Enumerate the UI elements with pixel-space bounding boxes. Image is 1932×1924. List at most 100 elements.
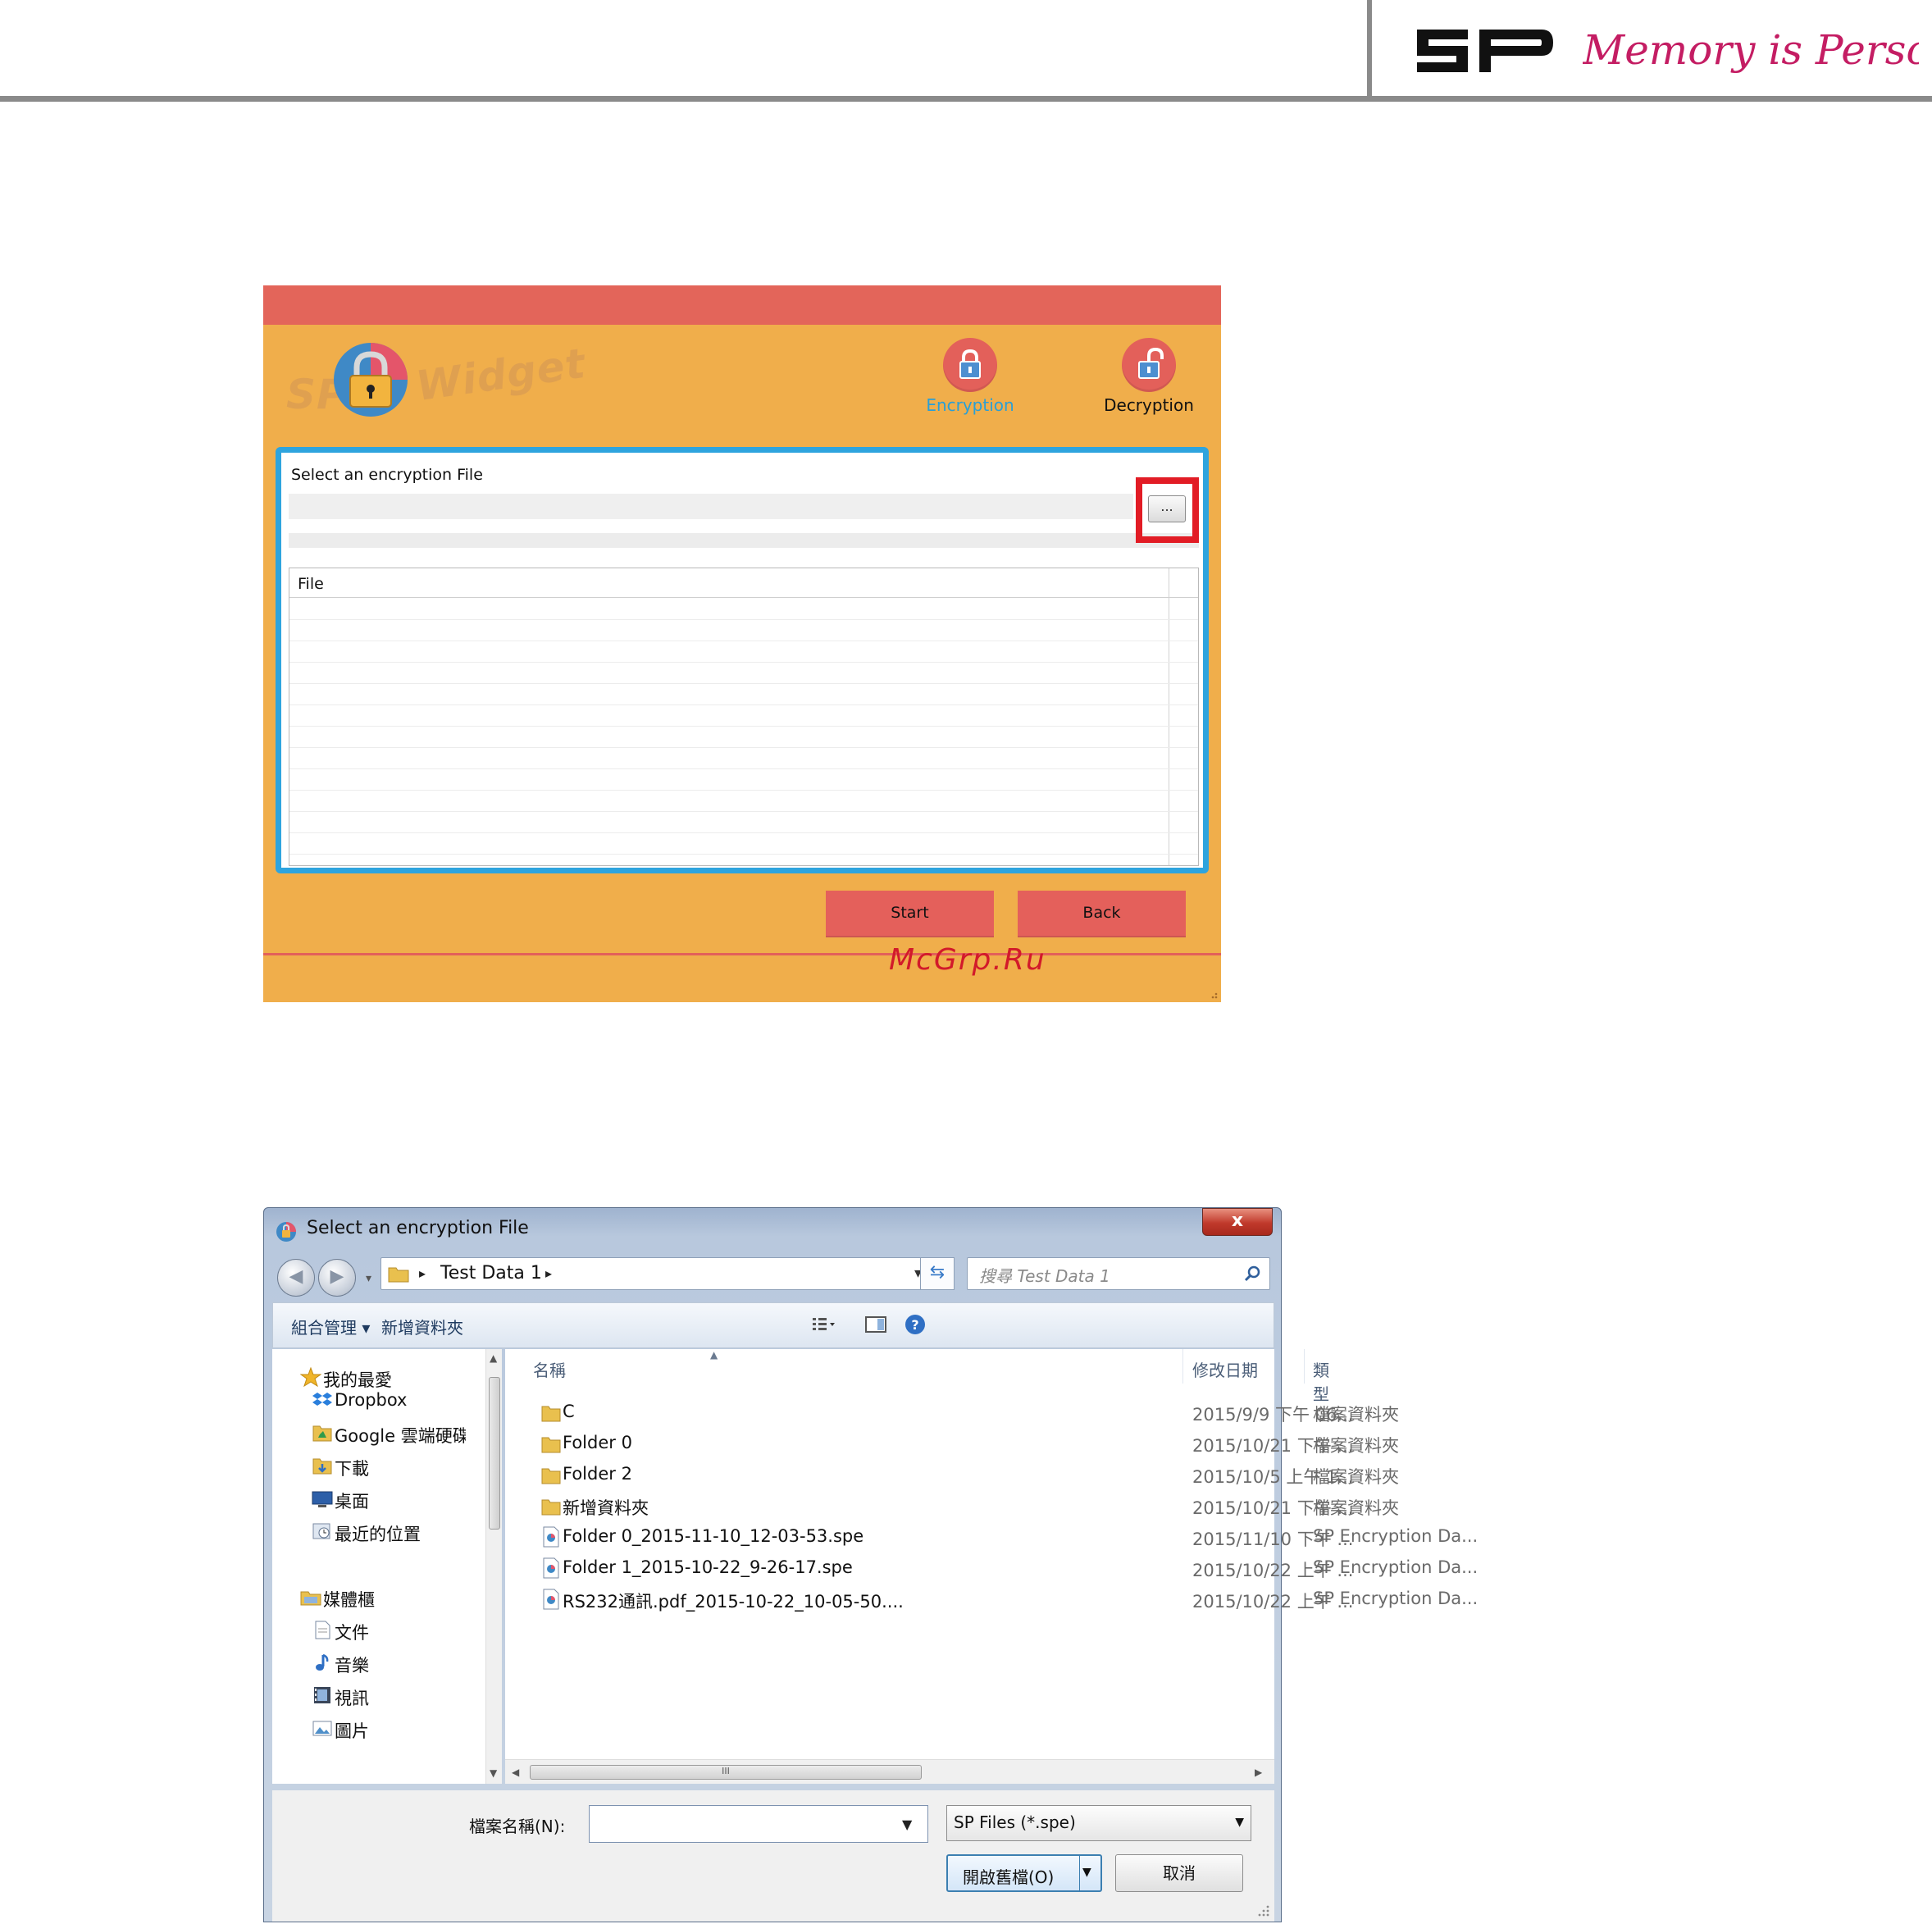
table-row[interactable] (289, 663, 1198, 684)
column-header-type[interactable]: 類型 (1313, 1357, 1329, 1405)
encryption-mode-button[interactable]: Encryption (909, 338, 1032, 420)
address-bar[interactable]: ▸ Test Data 1 ▸ ▾ (380, 1257, 953, 1290)
widget-titlebar[interactable] (263, 285, 1221, 325)
resize-grip-icon[interactable] (1256, 1903, 1269, 1917)
start-button[interactable]: Start (826, 891, 994, 937)
select-file-label: Select an encryption File (291, 466, 483, 484)
column-separator[interactable] (1304, 1349, 1305, 1384)
nav-item-dropbox[interactable]: Dropbox (335, 1390, 407, 1410)
table-row[interactable] (289, 833, 1198, 855)
list-item[interactable]: Folder 1_2015-10-22_9-26-17.spe (563, 1557, 853, 1577)
file-type: SP Encryption Da... (1313, 1589, 1479, 1608)
close-button[interactable]: x (1202, 1208, 1273, 1236)
spe-file-icon (543, 1589, 559, 1610)
horizontal-scroll-thumb[interactable]: III (530, 1765, 922, 1780)
file-column-header[interactable]: File (289, 568, 1198, 598)
nav-item-videos[interactable]: 視訊 (335, 1685, 369, 1710)
table-row[interactable] (289, 748, 1198, 769)
recent-pages-dropdown-icon[interactable]: ▾ (366, 1272, 371, 1285)
table-row[interactable] (289, 641, 1198, 663)
filename-dropdown-icon[interactable]: ▼ (902, 1817, 912, 1832)
google-drive-folder-icon (312, 1425, 332, 1442)
view-options-icon[interactable] (811, 1313, 836, 1336)
widget-logo: SP Widget (275, 335, 589, 425)
filename-input[interactable] (589, 1805, 928, 1843)
file-type: SP Encryption Da... (1313, 1526, 1479, 1546)
nav-item-recent-places[interactable]: 最近的位置 (335, 1521, 421, 1546)
nav-item-documents[interactable]: 文件 (335, 1620, 369, 1644)
folder-icon (541, 1468, 561, 1484)
refresh-icon[interactable]: ⇆ (920, 1257, 955, 1290)
horizontal-scrollbar[interactable]: ◀ III ▶ (505, 1759, 1274, 1784)
decryption-mode-button[interactable]: Decryption (1087, 338, 1210, 420)
help-icon[interactable]: ? (903, 1313, 927, 1336)
sp-logo (1417, 30, 1553, 72)
scroll-down-arrow-icon[interactable]: ▼ (490, 1767, 497, 1779)
list-item[interactable]: C (563, 1402, 575, 1421)
breadcrumb-arrow-icon[interactable]: ▸ (545, 1265, 552, 1281)
dialog-title: Select an encryption File (307, 1218, 529, 1238)
column-separator[interactable] (1182, 1349, 1183, 1384)
chevron-down-icon: ▼ (1235, 1816, 1244, 1829)
new-folder-button[interactable]: 新增資料夾 (381, 1315, 463, 1338)
table-row[interactable] (289, 812, 1198, 833)
list-item[interactable]: Folder 0_2015-11-10_12-03-53.spe (563, 1526, 863, 1546)
page-header: Memory is Personal (0, 0, 1932, 102)
nav-libraries[interactable]: 媒體櫃 (323, 1587, 375, 1612)
header-rule (0, 96, 1932, 102)
table-row[interactable] (289, 705, 1198, 727)
column-header-name[interactable]: 名稱 (533, 1357, 566, 1381)
list-item[interactable]: Folder 0 (563, 1433, 632, 1452)
preview-pane-icon[interactable] (863, 1313, 888, 1336)
table-row[interactable] (289, 599, 1198, 620)
split-divider (1079, 1856, 1080, 1890)
list-item[interactable]: Folder 2 (563, 1464, 632, 1484)
nav-item-desktop[interactable]: 桌面 (335, 1489, 369, 1513)
organize-menu[interactable]: 組合管理 ▾ (291, 1315, 370, 1338)
back-button[interactable]: Back (1018, 891, 1186, 937)
table-row[interactable] (289, 620, 1198, 641)
scroll-right-arrow-icon[interactable]: ▶ (1255, 1767, 1262, 1778)
breadcrumb-arrow-icon[interactable]: ▸ (419, 1265, 426, 1281)
nav-item-downloads[interactable]: 下載 (335, 1456, 369, 1480)
open-options-dropdown-icon[interactable]: ▼ (1082, 1866, 1091, 1879)
cancel-button[interactable]: 取消 (1115, 1854, 1243, 1892)
nav-favorites[interactable]: 我的最愛 (323, 1367, 392, 1392)
table-row[interactable] (289, 791, 1198, 812)
file-path-input[interactable] (289, 494, 1133, 519)
nav-scrollbar[interactable]: ▲ ▼ (485, 1349, 502, 1784)
nav-item-pictures[interactable]: 圖片 (335, 1718, 369, 1743)
documents-icon (315, 1621, 330, 1639)
open-button[interactable]: 開啟舊檔(O) ▼ (946, 1854, 1102, 1892)
search-placeholder: 搜尋 Test Data 1 (979, 1266, 1110, 1286)
column-header-date[interactable]: 修改日期 (1192, 1357, 1258, 1381)
table-row[interactable] (289, 769, 1198, 791)
search-input[interactable]: 搜尋 Test Data 1 (967, 1257, 1270, 1290)
dialog-toolbar: 組合管理 ▾ 新增資料夾 ? (272, 1302, 1274, 1348)
resize-grip-icon[interactable] (1206, 987, 1218, 999)
table-row[interactable] (289, 727, 1198, 748)
list-item[interactable]: RS232通訊.pdf_2015-10-22_10-05-50.... (563, 1589, 904, 1613)
file-list-pane: ▲ 名稱 修改日期 類型 C 2015/9/9 下午 06... 檔案資料夾 F… (505, 1349, 1478, 1784)
file-type-select[interactable]: SP Files (*.spe) ▼ (946, 1805, 1251, 1841)
forward-arrow-icon[interactable]: ▶ (318, 1259, 356, 1297)
back-arrow-icon[interactable]: ◀ (277, 1259, 315, 1297)
browse-button[interactable]: ... (1148, 495, 1186, 522)
widget-logo-widget: Widget (412, 339, 589, 411)
search-icon[interactable] (1243, 1265, 1261, 1283)
lock-closed-icon (943, 338, 997, 392)
spe-file-icon (543, 1557, 559, 1579)
list-item[interactable]: 新增資料夾 (563, 1495, 649, 1520)
sp-widget-window: SP Widget Encryption Decryption Select a… (263, 285, 1221, 1002)
progress-bar (289, 533, 1199, 548)
nav-item-music[interactable]: 音樂 (335, 1653, 369, 1677)
scroll-up-arrow-icon[interactable]: ▲ (490, 1352, 497, 1364)
scroll-left-arrow-icon[interactable]: ◀ (512, 1767, 519, 1778)
nav-scroll-thumb[interactable] (489, 1377, 500, 1530)
nav-item-google-drive[interactable]: Google 雲端硬碟 (335, 1423, 466, 1448)
pictures-icon (312, 1721, 332, 1736)
navigation-pane: 我的最愛 Dropbox Google 雲端硬碟 下載 桌面 最近的位置 媒體櫃… (272, 1349, 502, 1784)
breadcrumb[interactable]: Test Data 1 (440, 1263, 542, 1283)
table-row[interactable] (289, 684, 1198, 705)
file-type: 檔案資料夾 (1313, 1498, 1399, 1518)
